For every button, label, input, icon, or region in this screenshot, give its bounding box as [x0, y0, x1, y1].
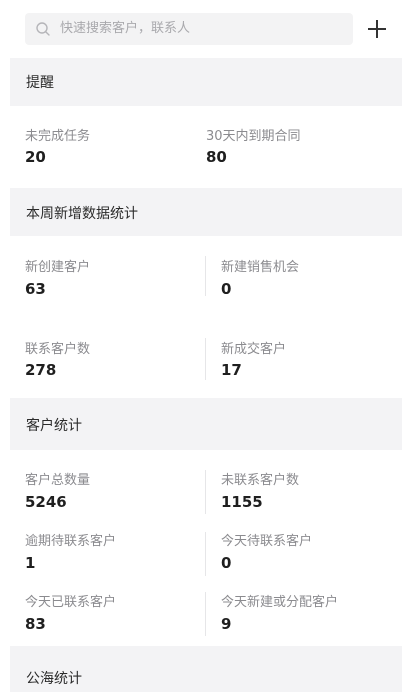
stat-value: 80: [206, 148, 227, 166]
customer-section-header: 客户统计: [10, 398, 402, 450]
stat-value: 83: [25, 615, 46, 633]
search-icon: [36, 22, 50, 36]
stat-label: 新建销售机会: [221, 260, 300, 275]
stat-value: 1: [25, 554, 36, 572]
stat-value: 278: [25, 361, 57, 379]
stat-value: 0: [221, 280, 232, 298]
stat-value: 17: [221, 361, 242, 379]
stat-label: 新成交客户: [221, 342, 287, 357]
divider: [205, 256, 206, 296]
divider: [205, 338, 206, 380]
stat-label: 未联系客户数: [221, 473, 300, 488]
stat-value: 1155: [221, 493, 263, 511]
stat-label: 今天待联系客户: [221, 534, 313, 549]
weekly-section-header: 本周新增数据统计: [10, 188, 402, 236]
stat-value: 9: [221, 615, 232, 633]
top-bar: 快速搜索客户，联系人: [0, 0, 414, 58]
search-input[interactable]: 快速搜索客户，联系人: [25, 13, 353, 45]
stat-value: 5246: [25, 493, 67, 511]
stat-label: 新创建客户: [25, 260, 91, 275]
stat-label: 逾期待联系客户: [25, 534, 117, 549]
stat-label: 今天已联系客户: [25, 595, 117, 610]
reminder-section-header: 提醒: [10, 58, 402, 106]
divider: [205, 470, 206, 514]
section-title: 本周新增数据统计: [26, 206, 138, 222]
section-title: 客户统计: [26, 418, 82, 434]
stat-value: 20: [25, 148, 46, 166]
divider: [205, 532, 206, 576]
divider: [205, 592, 206, 636]
stat-label: 联系客户数: [25, 342, 91, 357]
add-icon[interactable]: [366, 18, 388, 40]
stat-value: 63: [25, 280, 46, 298]
stat-label: 今天新建或分配客户: [221, 595, 339, 610]
reminder-panel: [10, 106, 402, 188]
pool-section-header: 公海统计: [10, 646, 402, 692]
stat-value: 0: [221, 554, 232, 572]
search-placeholder: 快速搜索客户，联系人: [60, 21, 191, 36]
stat-label: 未完成任务: [25, 129, 91, 144]
section-title: 提醒: [26, 75, 54, 91]
section-title: 公海统计: [26, 671, 82, 687]
stat-label: 30天内到期合同: [206, 129, 301, 144]
stat-label: 客户总数量: [25, 473, 91, 488]
